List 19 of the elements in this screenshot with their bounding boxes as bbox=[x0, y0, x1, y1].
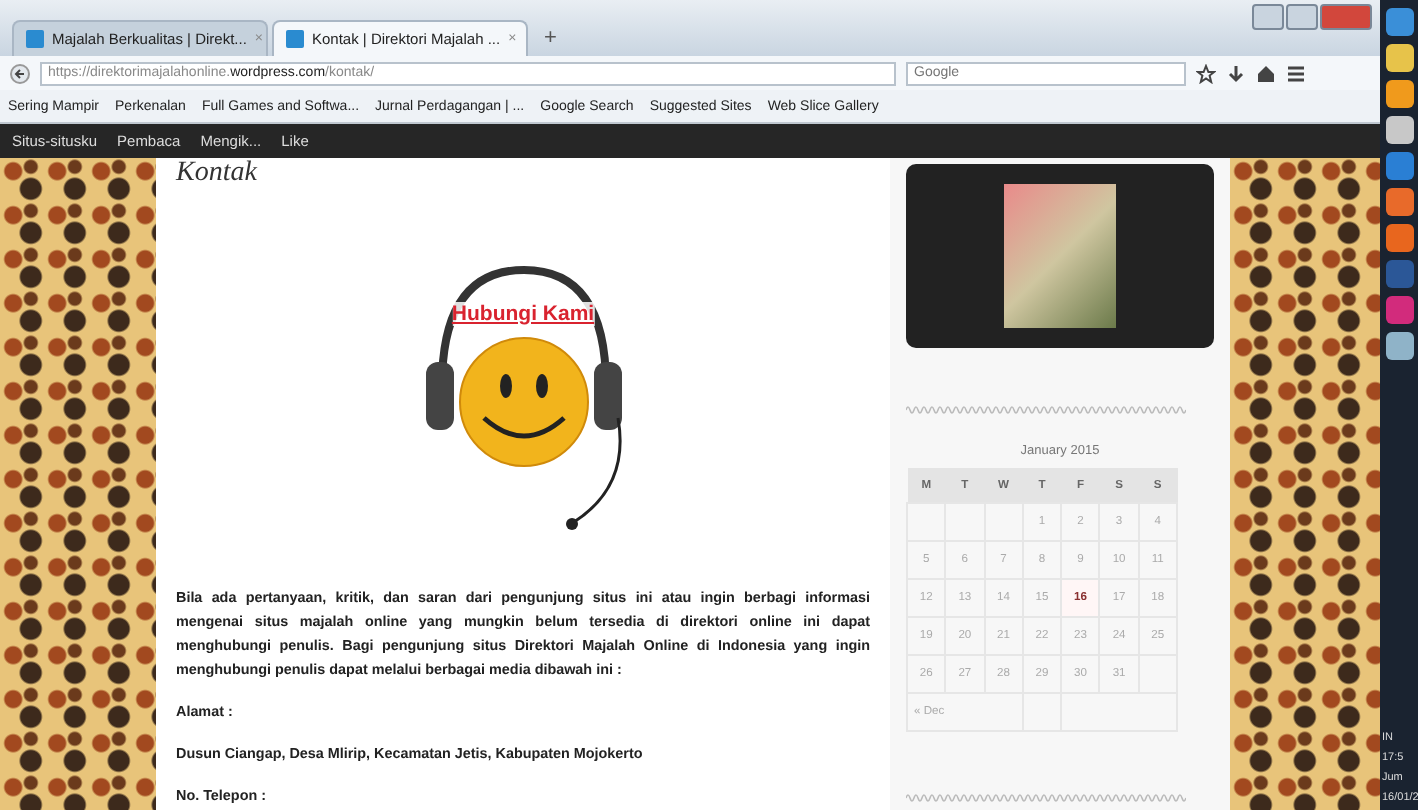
home-icon[interactable] bbox=[1256, 63, 1276, 83]
star-icon[interactable] bbox=[1196, 63, 1216, 83]
download-icon[interactable] bbox=[1226, 63, 1246, 83]
app-icon[interactable] bbox=[1385, 152, 1413, 180]
image-caption: Hubungi Kami bbox=[451, 302, 595, 326]
site-icon bbox=[286, 30, 304, 48]
site-icon bbox=[26, 30, 44, 48]
app-icon[interactable] bbox=[1385, 80, 1413, 108]
page-title: Kontak bbox=[176, 158, 257, 190]
photo-placeholder bbox=[1004, 184, 1116, 328]
app-icon[interactable] bbox=[1385, 332, 1413, 360]
app-icon[interactable] bbox=[1385, 116, 1413, 144]
back-icon[interactable] bbox=[10, 63, 30, 83]
app-icon[interactable] bbox=[1385, 8, 1413, 36]
app-icon[interactable] bbox=[1385, 188, 1413, 216]
new-tab-button[interactable]: + bbox=[532, 26, 569, 56]
app-icon[interactable] bbox=[1385, 224, 1413, 252]
menu-icon[interactable] bbox=[1286, 63, 1306, 83]
app-icon[interactable] bbox=[1385, 44, 1413, 72]
